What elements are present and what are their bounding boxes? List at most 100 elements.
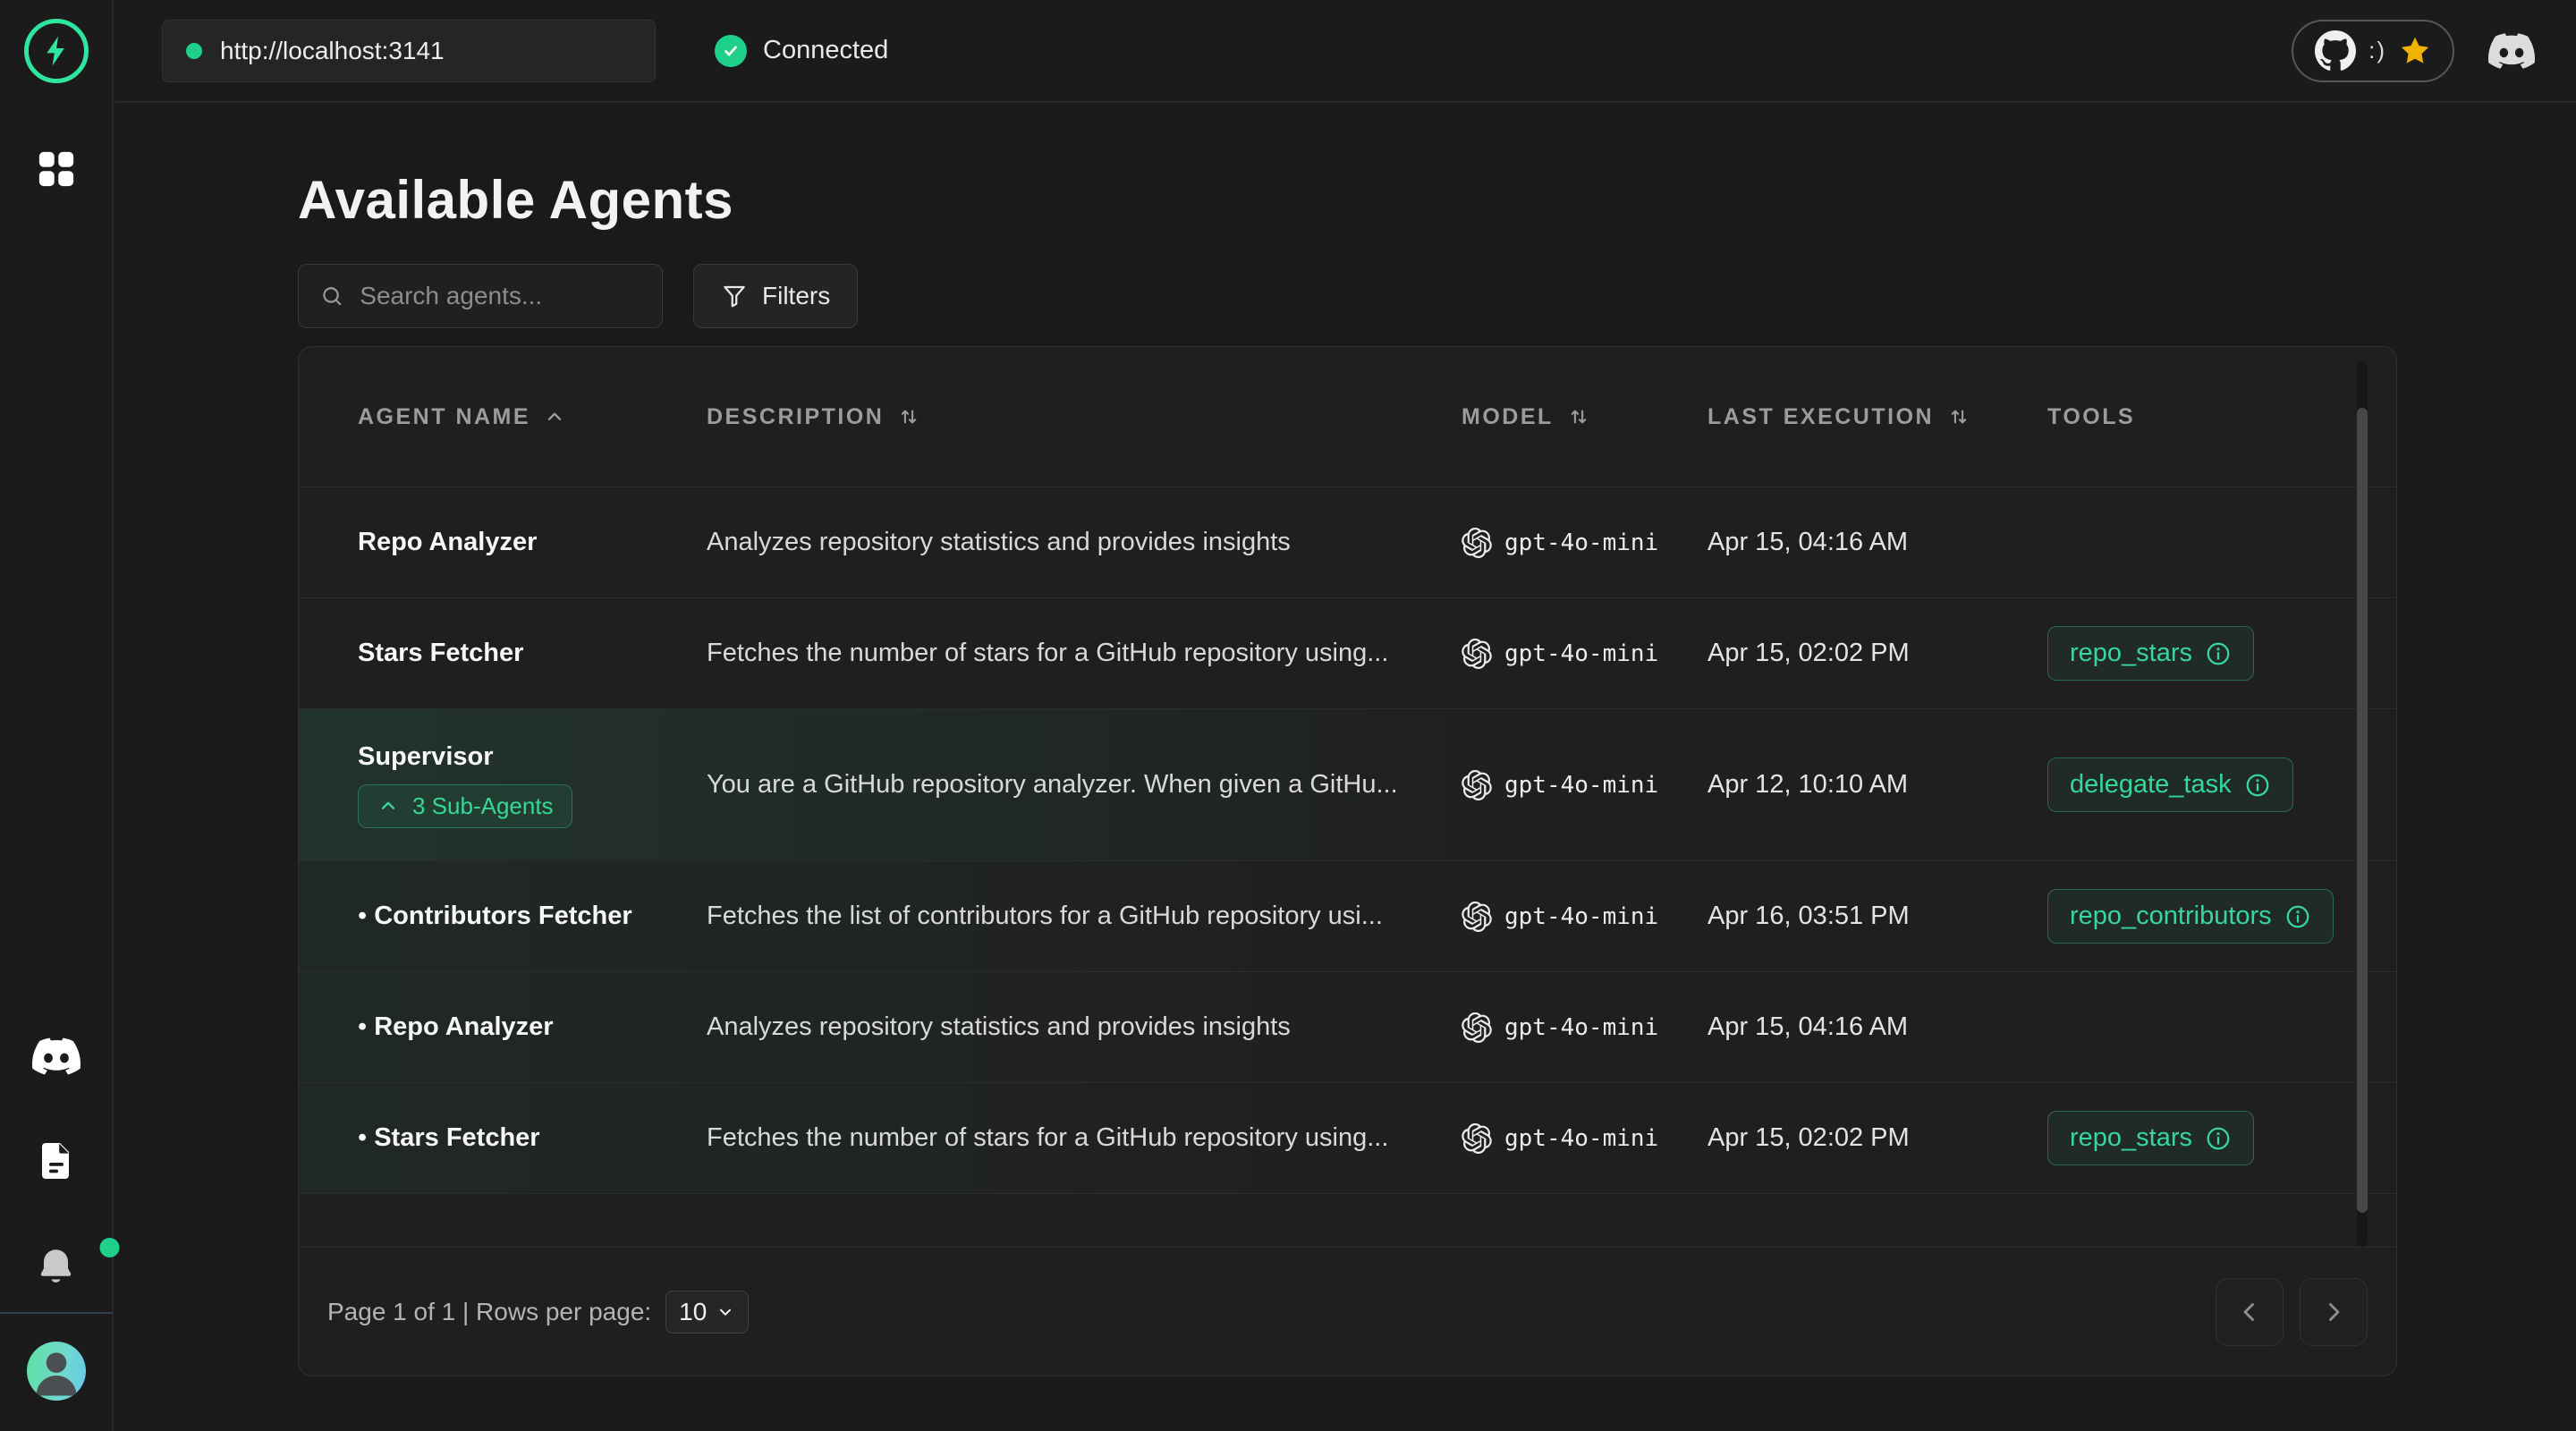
openai-icon (1462, 639, 1492, 669)
filters-button[interactable]: Filters (693, 264, 858, 328)
agent-model: gpt-4o-mini (1462, 528, 1707, 558)
search-input[interactable] (360, 282, 640, 310)
column-header-model[interactable]: MODEL (1462, 404, 1707, 430)
last-execution: Apr 16, 03:51 PM (1707, 902, 2047, 931)
openai-icon (1462, 1012, 1492, 1043)
agent-name: Repo Analyzer (358, 528, 707, 557)
last-execution: Apr 15, 04:16 AM (1707, 1012, 2047, 1042)
chevron-up-icon (377, 794, 400, 817)
sidebar-item-docs[interactable] (35, 1139, 78, 1182)
connection-status-label: Connected (763, 36, 888, 65)
bell-icon (34, 1245, 79, 1290)
document-icon (35, 1139, 78, 1182)
search-box (298, 264, 663, 328)
last-execution: Apr 15, 02:02 PM (1707, 639, 2047, 668)
info-icon[interactable] (2205, 1125, 2232, 1152)
sort-updown-icon (896, 404, 921, 429)
agent-name: Stars Fetcher (358, 639, 707, 668)
tool-badge[interactable]: delegate_task (2047, 758, 2293, 812)
last-execution: Apr 12, 10:10 AM (1707, 770, 2047, 800)
table-header: AGENT NAME DESCRIPTION MODEL LAST EXECUT… (299, 347, 2396, 487)
page-title: Available Agents (298, 173, 733, 228)
info-icon[interactable] (2244, 772, 2271, 799)
github-icon (2315, 30, 2356, 72)
avatar-image (27, 1342, 86, 1401)
chevron-left-icon (2234, 1297, 2265, 1327)
agent-name: Contributors Fetcher (358, 902, 707, 931)
tool-badge[interactable]: repo_stars (2047, 626, 2254, 681)
agent-description: Fetches the list of contributors for a G… (707, 902, 1462, 931)
discord-icon (32, 1037, 80, 1075)
connection-status: Connected (715, 35, 888, 67)
sub-agents-toggle[interactable]: 3 Sub-Agents (358, 784, 572, 828)
discord-icon[interactable] (2488, 33, 2535, 69)
table-row-subagent[interactable]: Repo Analyzer Analyzes repository statis… (299, 971, 2396, 1082)
column-header-description[interactable]: DESCRIPTION (707, 404, 1462, 430)
info-icon[interactable] (2205, 640, 2232, 667)
table-row-subagent[interactable]: Stars Fetcher Fetches the number of star… (299, 1082, 2396, 1193)
openai-icon (1462, 770, 1492, 800)
agent-description: Analyzes repository statistics and provi… (707, 528, 1462, 557)
tools-cell: repo_contributors (2047, 889, 2396, 944)
grid-icon (32, 145, 80, 193)
sidebar (0, 0, 114, 1431)
tools-cell: delegate_task (2047, 758, 2396, 812)
github-star-badge[interactable]: :) (2292, 20, 2454, 82)
app-window: http://localhost:3141 Connected :) Avail… (0, 0, 2576, 1431)
chevron-down-icon (716, 1302, 735, 1322)
sidebar-item-dashboard[interactable] (32, 145, 80, 193)
column-header-tools: TOOLS (2047, 404, 2396, 430)
agent-name: Stars Fetcher (358, 1123, 707, 1153)
agent-name: Repo Analyzer (358, 1012, 707, 1042)
column-header-agent-name[interactable]: AGENT NAME (358, 404, 707, 430)
toolbar: Filters (298, 264, 858, 328)
user-avatar[interactable] (27, 1342, 86, 1401)
github-badge-text: :) (2368, 37, 2386, 64)
sidebar-item-notifications[interactable] (0, 1245, 112, 1290)
sidebar-divider (0, 1312, 112, 1314)
agent-description: Fetches the number of stars for a GitHub… (707, 1123, 1462, 1153)
sub-agents-label: 3 Sub-Agents (412, 792, 554, 820)
server-url: http://localhost:3141 (220, 37, 445, 65)
table-scrollbar-thumb[interactable] (2357, 408, 2368, 1213)
info-icon[interactable] (2284, 903, 2311, 930)
filters-label: Filters (762, 282, 830, 310)
openai-icon (1462, 1123, 1492, 1154)
agent-model: gpt-4o-mini (1462, 1123, 1707, 1154)
column-header-last-execution[interactable]: LAST EXECUTION (1707, 404, 2047, 430)
prev-page-button[interactable] (2216, 1278, 2284, 1346)
tool-badge[interactable]: repo_contributors (2047, 889, 2334, 944)
table-row-supervisor[interactable]: Supervisor 3 Sub-Agents You are a GitHub… (299, 708, 2396, 860)
openai-icon (1462, 528, 1492, 558)
rows-per-page-select[interactable]: 10 (665, 1291, 749, 1334)
next-page-button[interactable] (2300, 1278, 2368, 1346)
agent-description: You are a GitHub repository analyzer. Wh… (707, 770, 1462, 800)
sort-updown-icon (1946, 404, 1971, 429)
sort-asc-icon (543, 405, 566, 428)
table-row[interactable]: Stars Fetcher Fetches the number of star… (299, 597, 2396, 708)
openai-icon (1462, 902, 1492, 932)
table-row-subagent[interactable]: Contributors Fetcher Fetches the list of… (299, 860, 2396, 971)
funnel-icon (721, 283, 748, 309)
lightning-logo-icon (24, 19, 89, 83)
tools-cell: repo_stars (2047, 1111, 2396, 1165)
chevron-right-icon (2318, 1297, 2349, 1327)
last-execution: Apr 15, 02:02 PM (1707, 1123, 2047, 1153)
star-icon (2399, 35, 2431, 67)
agent-model: gpt-4o-mini (1462, 902, 1707, 932)
search-icon (320, 283, 343, 309)
tool-badge[interactable]: repo_stars (2047, 1111, 2254, 1165)
agent-name: Supervisor (358, 742, 494, 772)
sidebar-item-discord[interactable] (32, 1037, 80, 1075)
agent-model: gpt-4o-mini (1462, 1012, 1707, 1043)
main-content: Available Agents Filters AGENT NAME DESC… (115, 105, 2576, 1431)
table-row[interactable]: Repo Analyzer Analyzes repository statis… (299, 487, 2396, 597)
server-url-input[interactable]: http://localhost:3141 (162, 20, 656, 82)
agent-model: gpt-4o-mini (1462, 639, 1707, 669)
check-icon (715, 35, 747, 67)
app-logo[interactable] (24, 19, 89, 83)
sort-updown-icon (1566, 404, 1591, 429)
server-status-dot (186, 43, 202, 59)
agents-table: AGENT NAME DESCRIPTION MODEL LAST EXECUT… (298, 346, 2397, 1376)
table-body-spacer (299, 1193, 2396, 1247)
